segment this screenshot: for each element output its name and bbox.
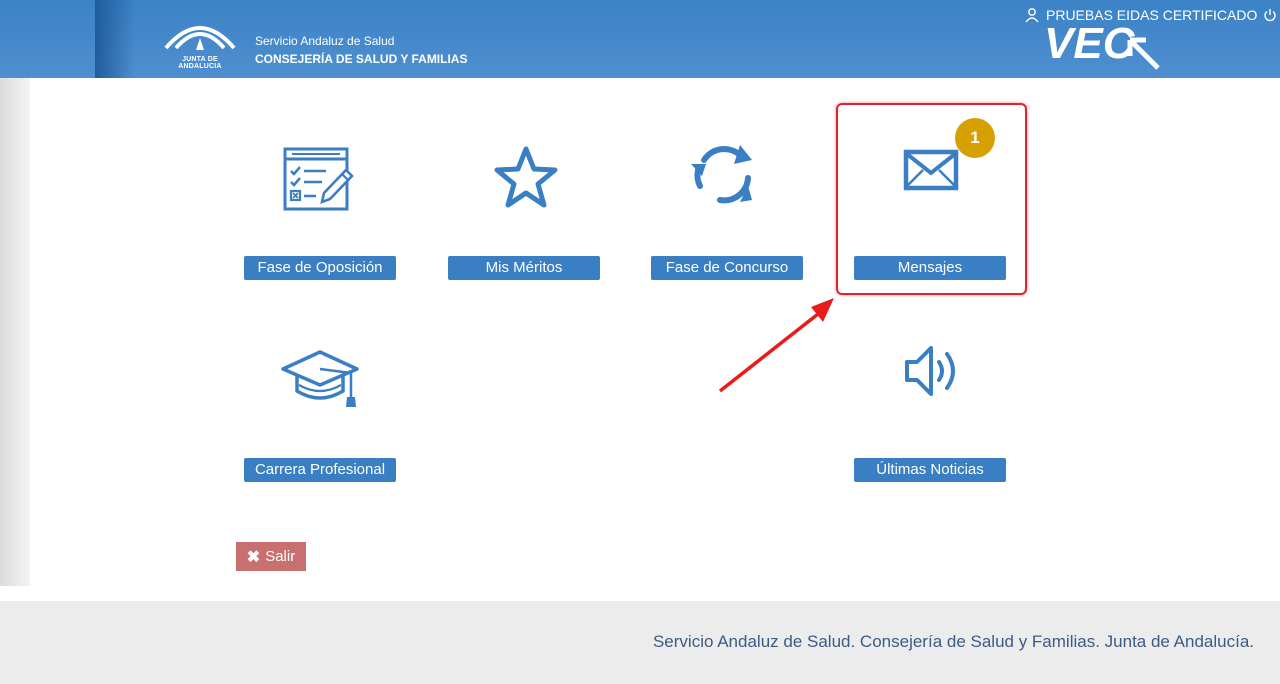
speaker-icon[interactable] (903, 342, 963, 400)
red-arrow-annotation (718, 298, 834, 393)
fase-concurso-button[interactable]: Fase de Concurso (651, 256, 803, 280)
org-name-line2: CONSEJERÍA DE SALUD Y FAMILIAS (255, 52, 468, 66)
power-icon[interactable] (1263, 8, 1277, 22)
junta-logo[interactable]: JUNTA DE ANDALUCIA (162, 14, 238, 70)
header-bar: JUNTA DE ANDALUCIA Servicio Andaluz de S… (0, 0, 1280, 78)
close-icon: ✖ (246, 548, 261, 566)
vec-brand-logo[interactable]: VEC (1044, 18, 1164, 74)
user-icon (1025, 8, 1039, 23)
fase-oposicion-button[interactable]: Fase de Oposición (244, 256, 396, 280)
ultimas-noticias-button[interactable]: Últimas Noticias (854, 458, 1006, 482)
graduation-cap-icon[interactable] (281, 349, 359, 411)
unread-count-badge: 1 (955, 118, 995, 158)
salir-button[interactable]: ✖ Salir (236, 542, 306, 571)
left-sidebar-strip (0, 78, 30, 586)
mensajes-button[interactable]: Mensajes (854, 256, 1006, 280)
salir-label: Salir (265, 548, 296, 565)
footer: Servicio Andaluz de Salud. Consejería de… (0, 601, 1280, 684)
footer-text: Servicio Andaluz de Salud. Consejería de… (652, 632, 1254, 651)
refresh-icon[interactable] (690, 142, 756, 206)
star-icon[interactable] (492, 144, 560, 210)
carrera-profesional-button[interactable]: Carrera Profesional (244, 458, 396, 482)
main-content (30, 78, 1280, 598)
brand-text: VEC (1044, 19, 1136, 68)
org-name-line1: Servicio Andaluz de Salud (255, 34, 395, 48)
logo-text: JUNTA DE ANDALUCIA (178, 56, 222, 70)
junta-arch-icon (164, 26, 236, 50)
mis-meritos-button[interactable]: Mis Méritos (448, 256, 600, 280)
header-shade (95, 0, 135, 78)
envelope-icon[interactable] (903, 149, 959, 191)
checklist-form-icon[interactable] (282, 146, 354, 212)
